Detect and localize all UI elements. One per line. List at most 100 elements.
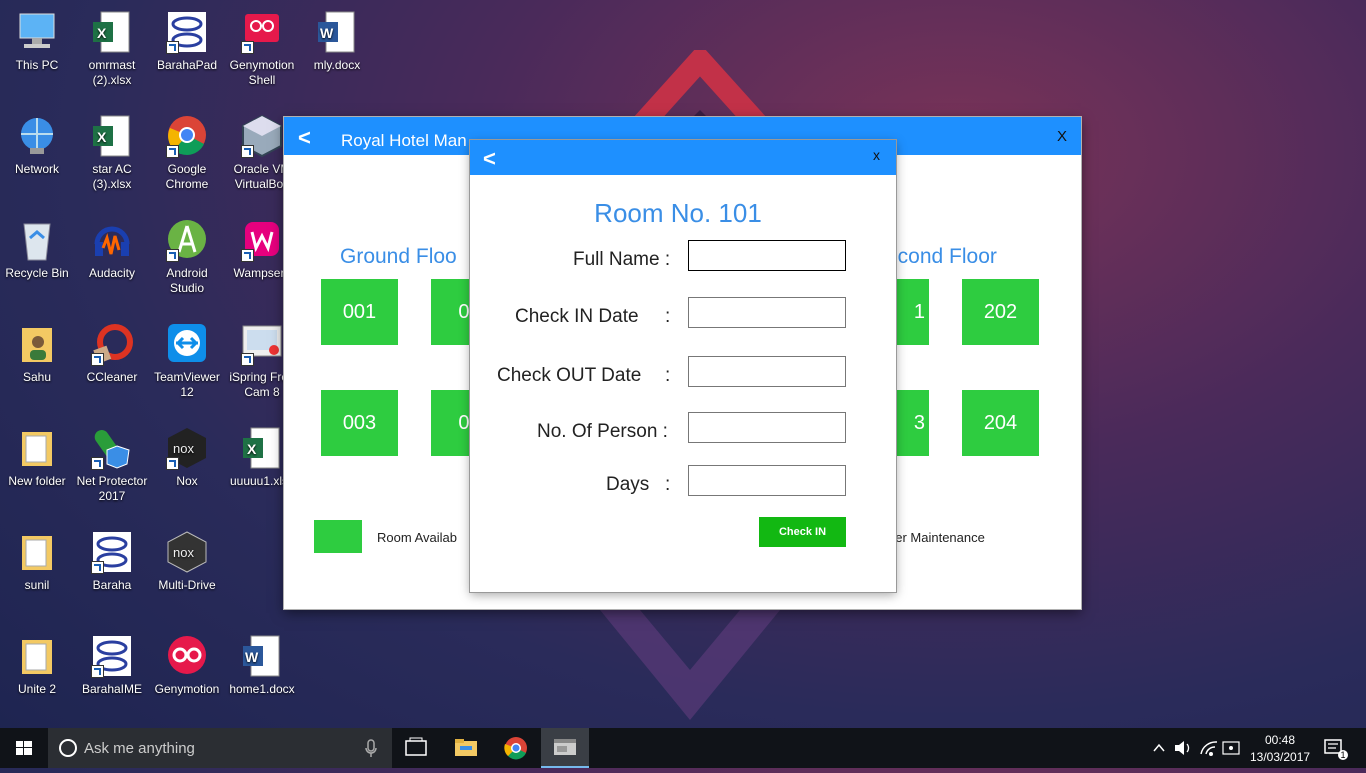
- desktop-icon-label: omrmast (2).xlsx: [88, 58, 136, 87]
- shortcut-arrow-icon: [241, 41, 254, 54]
- shortcut-arrow-icon: [166, 457, 179, 470]
- desktop-icon-barahaime[interactable]: BarahaIME: [75, 634, 149, 697]
- nox-multi-drive-icon: nox: [166, 530, 208, 574]
- desktop-icon-label: BarahaPad: [156, 58, 218, 72]
- desktop-icon-new-folder[interactable]: New folder: [0, 426, 74, 489]
- desktop-icon-barahapad[interactable]: BarahaPad: [150, 10, 224, 73]
- full-name-input[interactable]: [688, 240, 846, 271]
- desktop-icon-label: Oracle VM VirtualBox: [233, 162, 291, 191]
- desktop-icon-sahu[interactable]: Sahu: [0, 322, 74, 385]
- wifi-icon[interactable]: [1198, 728, 1220, 768]
- teamviewer-icon: [166, 322, 208, 366]
- shortcut-arrow-icon: [166, 145, 179, 158]
- clock-time[interactable]: 00:48: [1250, 733, 1310, 747]
- days-colon: :: [665, 474, 671, 495]
- check-out-date-label: Check OUT Date: [497, 365, 642, 386]
- folder-icon: [16, 530, 58, 574]
- desktop-icon-label: mly.docx: [313, 58, 361, 72]
- microphone-icon[interactable]: [364, 728, 378, 768]
- shortcut-arrow-icon: [241, 353, 254, 366]
- nox-icon: nox: [166, 426, 208, 470]
- genymotion-shell-icon: [241, 10, 283, 54]
- days-input[interactable]: [688, 465, 846, 496]
- baraha-icon: [166, 10, 208, 54]
- desktop-icon-label: BarahaIME: [81, 682, 143, 696]
- desktop-icon-label: Recycle Bin: [5, 266, 69, 280]
- desktop-icon-label: Net Protector 2017: [76, 474, 148, 503]
- desktop-icon-genymotion[interactable]: Genymotion: [150, 634, 224, 697]
- desktop-icon-label: Multi-Drive: [158, 578, 216, 592]
- file-explorer-icon[interactable]: [442, 728, 490, 768]
- chrome-icon: [166, 114, 208, 158]
- desktop-icon-label: CCleaner: [86, 370, 138, 384]
- desktop-icon-omrmast[interactable]: X omrmast (2).xlsx: [75, 10, 149, 88]
- desktop-icon-sunil[interactable]: sunil: [0, 530, 74, 593]
- check-out-date-input[interactable]: [688, 356, 846, 387]
- wampserver-icon: [241, 218, 283, 262]
- volume-icon[interactable]: [1172, 728, 1194, 768]
- dialog-close-button[interactable]: x: [873, 147, 880, 163]
- desktop-icon-teamviewer[interactable]: TeamViewer 12: [150, 322, 224, 400]
- taskbar: Ask me anything 00:48 13/03/2017 1: [0, 728, 1366, 768]
- windows-logo-icon: [16, 741, 32, 755]
- desktop-icon-label: Android Studio: [166, 266, 208, 295]
- word-file-icon: W: [241, 634, 283, 678]
- user-folder-icon: [16, 322, 58, 366]
- desktop-icon-label: Genymotion Shell: [229, 58, 295, 87]
- desktop-icon-ccleaner[interactable]: CCleaner: [75, 322, 149, 385]
- word-file-icon: W: [316, 10, 358, 54]
- desktop-icon-mly-docx[interactable]: W mly.docx: [300, 10, 374, 73]
- shortcut-arrow-icon: [91, 665, 104, 678]
- svg-text:W: W: [320, 25, 334, 41]
- chevron-up-icon[interactable]: [1150, 728, 1168, 768]
- room-button-003[interactable]: 003: [321, 390, 398, 456]
- desktop-icon-this-pc[interactable]: This PC: [0, 10, 74, 73]
- search-box[interactable]: Ask me anything: [48, 728, 392, 768]
- svg-text:nox: nox: [173, 545, 194, 560]
- hotel-app-taskbar-button[interactable]: [541, 728, 589, 768]
- desktop-icon-label: Network: [14, 162, 59, 176]
- desktop-icon-genymotion-shell[interactable]: Genymotion Shell: [225, 10, 299, 88]
- keyboard-layout-icon[interactable]: [1220, 728, 1242, 768]
- desktop-icon-baraha[interactable]: Baraha: [75, 530, 149, 593]
- desktop-icon-home1-docx[interactable]: W home1.docx: [225, 634, 299, 697]
- desktop-icon-label: Genymotion: [154, 682, 220, 696]
- svg-text:nox: nox: [173, 441, 194, 456]
- genymotion-icon: [166, 634, 208, 678]
- back-arrow-icon[interactable]: <: [298, 125, 311, 151]
- desktop-icon-audacity[interactable]: Audacity: [75, 218, 149, 281]
- close-button[interactable]: X: [1057, 128, 1067, 145]
- no-of-person-input[interactable]: [688, 412, 846, 443]
- check-in-date-colon: :: [665, 306, 671, 327]
- desktop-icon-android-studio[interactable]: Android Studio: [150, 218, 224, 296]
- chrome-taskbar-icon[interactable]: [492, 728, 540, 768]
- desktop-icon-recycle-bin[interactable]: Recycle Bin: [0, 218, 74, 281]
- desktop-icon-network[interactable]: Network: [0, 114, 74, 177]
- check-in-date-input[interactable]: [688, 297, 846, 328]
- desktop-icon-nox[interactable]: nox Nox: [150, 426, 224, 489]
- cortana-circle-icon: [59, 739, 77, 757]
- desktop-icon-unite-2[interactable]: Unite 2: [0, 634, 74, 697]
- desktop-icon-label: sunil: [24, 578, 50, 592]
- action-center-icon[interactable]: [1322, 728, 1348, 768]
- svg-text:W: W: [245, 649, 259, 665]
- desktop-icon-google-chrome[interactable]: Google Chrome: [150, 114, 224, 192]
- desktop-icon-label: Sahu: [22, 370, 52, 384]
- check-in-button[interactable]: Check IN: [759, 517, 846, 547]
- desktop-icon-multi-drive[interactable]: nox Multi-Drive: [150, 530, 224, 593]
- room-button-204[interactable]: 204: [962, 390, 1039, 456]
- desktop-icon-label: TeamViewer 12: [154, 370, 220, 399]
- desktop-icon-label: home1.docx: [229, 682, 295, 696]
- clock-date[interactable]: 13/03/2017: [1250, 750, 1310, 764]
- desktop-icon-net-protector[interactable]: Net Protector 2017: [75, 426, 149, 504]
- room-button-202[interactable]: 202: [962, 279, 1039, 345]
- ispring-cam-icon: [241, 322, 283, 366]
- room-button-001[interactable]: 001: [321, 279, 398, 345]
- back-arrow-icon[interactable]: <: [483, 146, 496, 172]
- desktop-icon-label: Audacity: [88, 266, 136, 280]
- shortcut-arrow-icon: [241, 249, 254, 262]
- days-label: Days: [606, 474, 650, 495]
- task-view-icon[interactable]: [392, 728, 440, 768]
- start-button[interactable]: [0, 728, 48, 768]
- desktop-icon-star-ac[interactable]: X star AC (3).xlsx: [75, 114, 149, 192]
